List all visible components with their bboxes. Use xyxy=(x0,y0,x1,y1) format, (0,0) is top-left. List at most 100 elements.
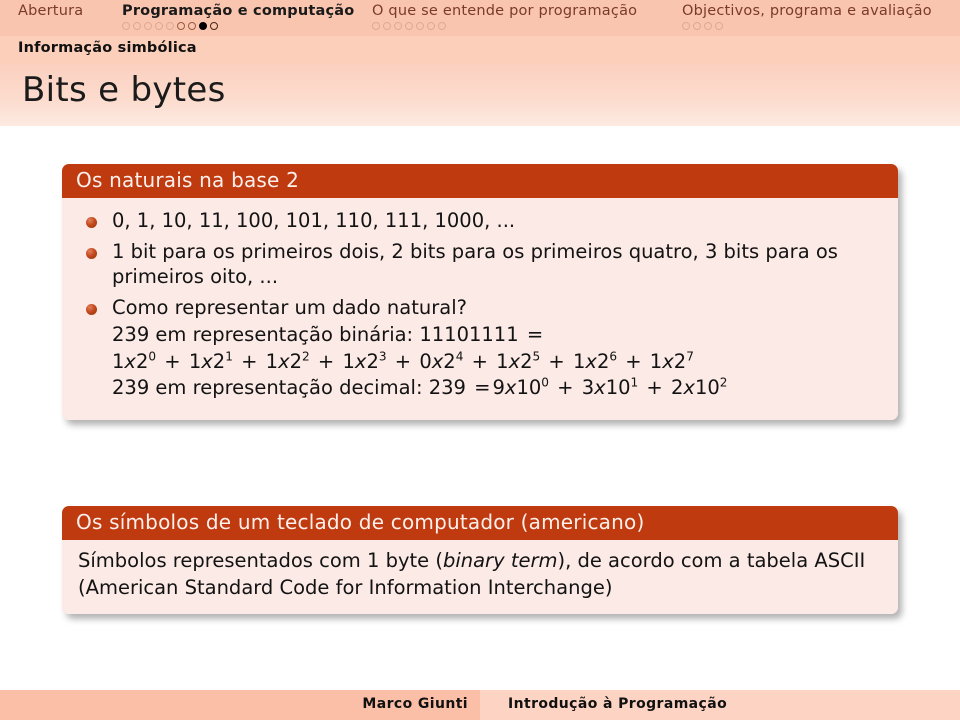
progress-dot[interactable] xyxy=(210,22,218,30)
equals-sign: = xyxy=(474,376,491,400)
decimal-representation-label: 239 em representação decimal: xyxy=(112,376,423,400)
binary-expansion-line: 1x20 + 1x21 + 1x22 + 1x23 + 0x24 + 1x25 … xyxy=(112,349,882,375)
footer-author: Marco Giunti xyxy=(362,696,468,712)
progress-dot[interactable] xyxy=(438,22,446,30)
progress-dot[interactable] xyxy=(133,22,141,30)
decimal-value: 239 xyxy=(428,376,466,400)
progress-dot[interactable] xyxy=(372,22,380,30)
math-term: 1x27 xyxy=(650,350,694,373)
term-coefficient: 0 xyxy=(419,349,432,373)
page-title: Bits e bytes xyxy=(22,70,226,110)
multiplication-x: x xyxy=(683,376,695,400)
multiplication-x: x xyxy=(508,349,521,373)
multiplication-x: x xyxy=(585,349,597,373)
math-term: 2x102 xyxy=(671,376,727,399)
multiplication-x: x xyxy=(431,349,444,373)
math-term: 1x20 xyxy=(112,350,156,373)
decimal-representation-line: 239 em representação decimal: 239 = 9x100… xyxy=(112,375,882,401)
progress-dot[interactable] xyxy=(405,22,413,30)
block-heading: Os símbolos de um teclado de computador … xyxy=(62,506,898,540)
plus-sign: + xyxy=(465,349,495,373)
ascii-paragraph: Símbolos representados com 1 byte (binar… xyxy=(78,548,882,600)
block-body: Símbolos representados com 1 byte (binar… xyxy=(62,540,898,615)
binary-representation-label: 239 em representação binária: xyxy=(112,322,414,346)
term-coefficient: 3 xyxy=(581,376,595,400)
math-term: 1x25 xyxy=(496,350,540,373)
progress-dot[interactable] xyxy=(122,22,130,30)
term-coefficient: 1 xyxy=(265,349,279,373)
progress-dot[interactable] xyxy=(427,22,435,30)
bullet-icon xyxy=(86,304,97,316)
progress-dot[interactable] xyxy=(166,22,174,30)
term-base: 10 xyxy=(516,376,542,400)
term-coefficient: 1 xyxy=(649,349,663,373)
multiplication-x: x xyxy=(662,349,674,373)
ascii-table-name: tabela ASCII xyxy=(746,549,866,572)
term-base: 2 xyxy=(212,349,226,373)
progress-dot[interactable] xyxy=(188,22,196,30)
progress-dot[interactable] xyxy=(383,22,391,30)
plus-sign: + xyxy=(388,349,418,373)
bullet-icon xyxy=(86,247,97,259)
plus-sign: + xyxy=(619,349,648,373)
list-item: Como representar um dado natural? 239 em… xyxy=(78,295,882,401)
math-term: 3x101 xyxy=(582,376,638,399)
term-base: 10 xyxy=(694,376,720,400)
math-term: 9x100 xyxy=(493,376,549,399)
progress-dot[interactable] xyxy=(144,22,152,30)
term-coefficient: 2 xyxy=(670,376,684,400)
term-base: 2 xyxy=(443,349,456,373)
navigation-bar: Abertura Programação e computação O que … xyxy=(0,0,960,36)
subsection-title: Informação simbólica xyxy=(18,40,197,56)
math-term: 1x22 xyxy=(266,350,310,373)
term-base: 2 xyxy=(135,349,149,373)
progress-dot[interactable] xyxy=(177,22,185,30)
binary-representation-line: 239 em representação binária: 11101111 = xyxy=(112,322,882,348)
list-item: 0, 1, 10, 11, 100, 101, 110, 111, 1000, … xyxy=(78,208,882,234)
math-term: 1x26 xyxy=(573,350,617,373)
progress-dot[interactable] xyxy=(715,22,723,30)
term-coefficient: 1 xyxy=(496,349,509,373)
multiplication-x: x xyxy=(594,376,606,400)
multiplication-x: x xyxy=(201,349,213,373)
slide-title-bar: Bits e bytes xyxy=(0,64,960,126)
subsection-bar: Informação simbólica xyxy=(0,36,960,64)
nav-section-label: Abertura xyxy=(18,3,84,19)
list-item-text: Como representar um dado natural? xyxy=(112,296,467,320)
term-exponent: 7 xyxy=(686,349,694,364)
plus-sign: + xyxy=(311,349,341,373)
term-exponent: 0 xyxy=(148,349,157,364)
term-base: 2 xyxy=(289,349,303,373)
nav-section-dots xyxy=(122,22,218,30)
multiplication-x: x xyxy=(504,376,517,400)
term-coefficient: 1 xyxy=(188,349,202,373)
multiplication-x: x xyxy=(278,349,290,373)
decimal-expansion-terms: 9x100 + 3x101 + 2x102 xyxy=(493,376,728,399)
term-base: 10 xyxy=(605,376,631,400)
progress-dot[interactable] xyxy=(199,22,207,30)
progress-dot[interactable] xyxy=(155,22,163,30)
nav-section-label: Objectivos, programa e avaliação xyxy=(682,3,932,19)
term-base: 2 xyxy=(520,349,533,373)
block-os-naturais-na-base-2: Os naturais na base 2 0, 1, 10, 11, 100,… xyxy=(62,164,898,421)
progress-dot[interactable] xyxy=(394,22,402,30)
multiplication-x: x xyxy=(124,349,136,373)
progress-dot[interactable] xyxy=(682,22,690,30)
term-coefficient: 1 xyxy=(572,349,586,373)
math-term: 1x23 xyxy=(342,350,386,373)
progress-dot[interactable] xyxy=(704,22,712,30)
list-item-text: 0, 1, 10, 11, 100, 101, 110, 111, 1000, … xyxy=(112,209,516,232)
term-exponent: 2 xyxy=(719,375,728,390)
term-exponent: 3 xyxy=(378,349,387,364)
plus-sign: + xyxy=(234,349,264,373)
ascii-expansion: (American Standard Code for Information … xyxy=(78,575,613,599)
term-coefficient: 1 xyxy=(342,349,355,373)
progress-dot[interactable] xyxy=(693,22,701,30)
term-exponent: 1 xyxy=(225,349,233,364)
binary-digits: 11101111 xyxy=(419,322,519,346)
plus-sign: + xyxy=(640,376,669,400)
bullet-icon xyxy=(86,217,97,228)
bullet-list: 0, 1, 10, 11, 100, 101, 110, 111, 1000, … xyxy=(78,208,882,401)
plus-sign: + xyxy=(550,376,580,400)
progress-dot[interactable] xyxy=(416,22,424,30)
